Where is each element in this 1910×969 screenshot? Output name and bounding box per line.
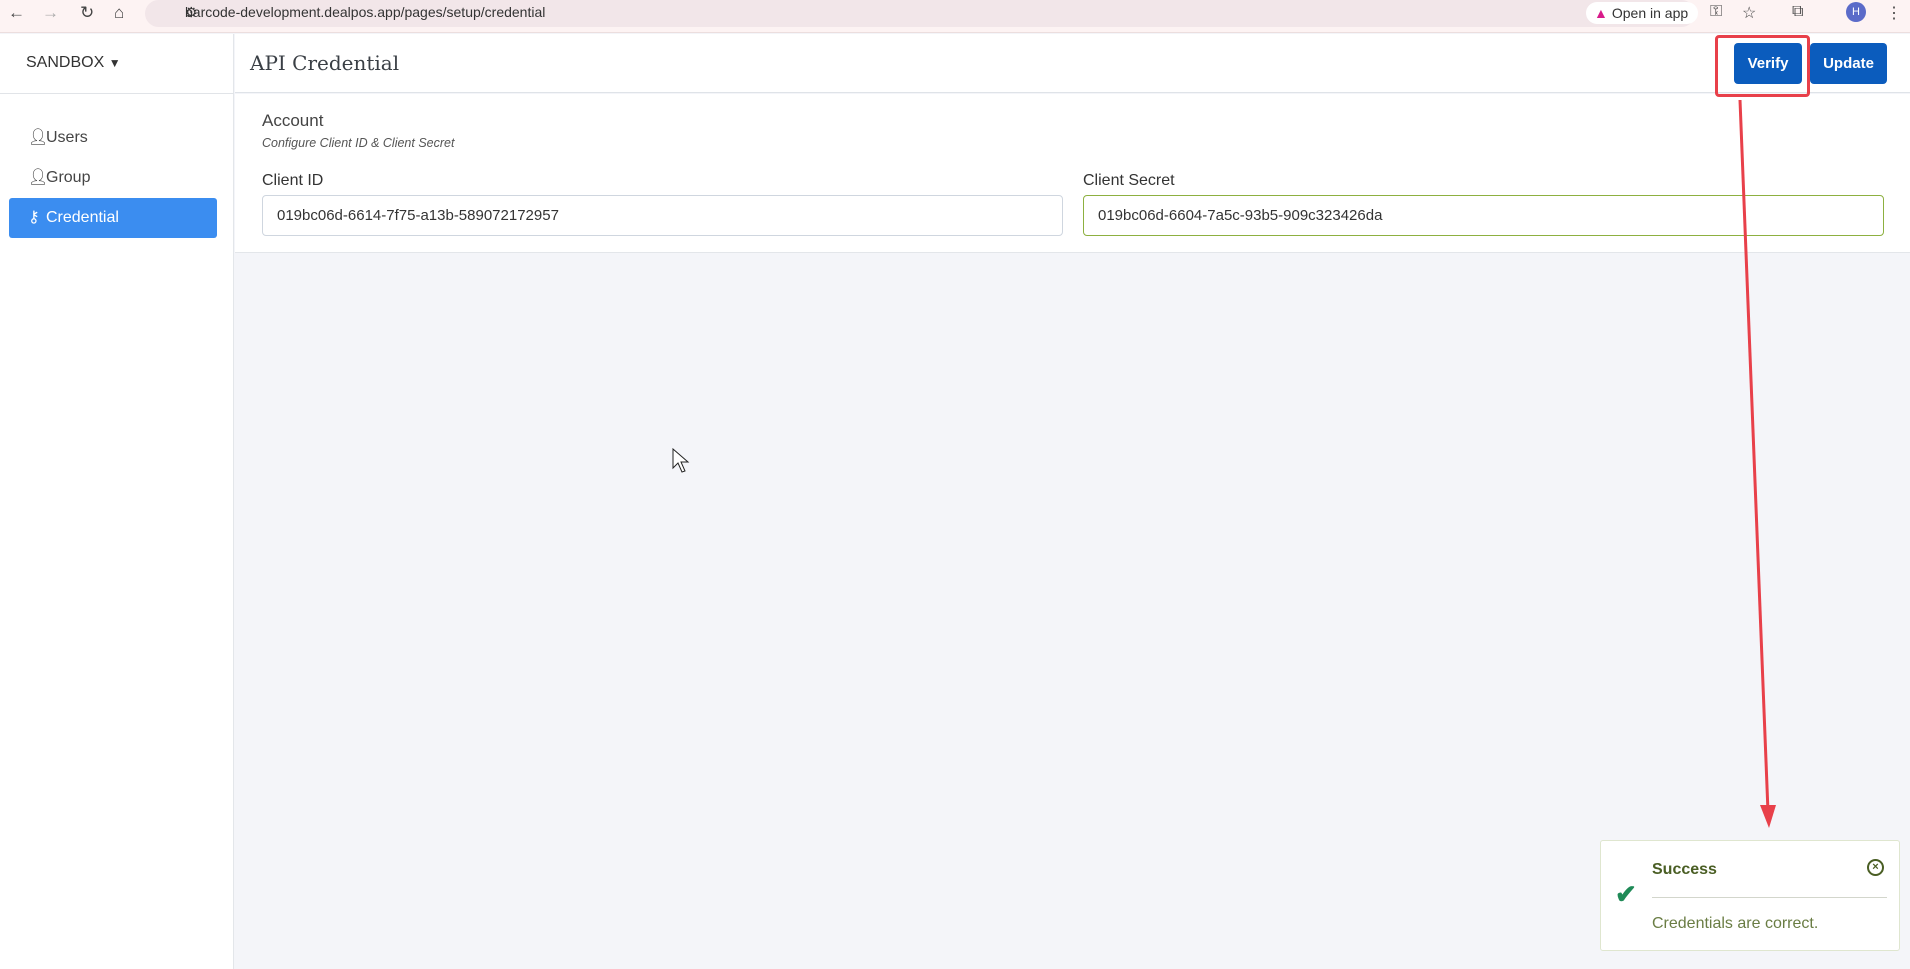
success-toast: ✔ Success × Credentials are correct. — [1600, 840, 1900, 951]
divider — [1652, 897, 1887, 898]
annotation-arrow — [1738, 99, 1776, 828]
checkmark-icon: ✔ — [1615, 879, 1637, 909]
mouse-cursor-icon — [672, 448, 690, 473]
close-icon[interactable]: × — [1867, 859, 1884, 876]
toast-message: Credentials are correct. — [1652, 915, 1819, 932]
toast-title: Success — [1652, 861, 1717, 878]
